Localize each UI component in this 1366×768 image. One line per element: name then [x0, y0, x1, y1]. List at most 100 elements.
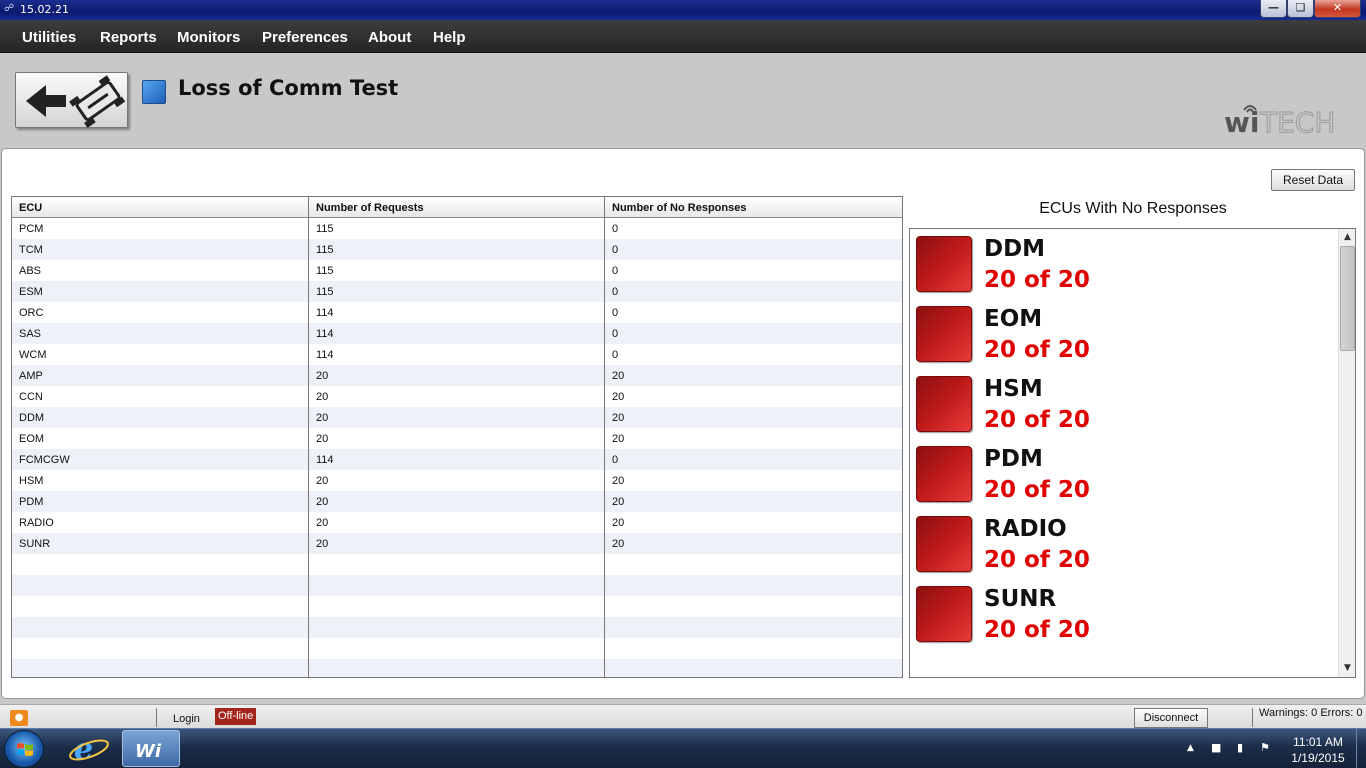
cell-requests: 115: [316, 244, 334, 256]
table-row[interactable]: SUNR 20 20: [12, 533, 902, 554]
page-title: Loss of Comm Test: [178, 76, 399, 100]
cell-requests: 20: [316, 433, 329, 445]
error-status-square: [916, 446, 972, 502]
cell-no-responses: 0: [612, 265, 619, 277]
internet-explorer-icon[interactable]: e: [66, 732, 112, 767]
cell-ecu: TCM: [19, 244, 43, 256]
minimize-button[interactable]: —: [1260, 0, 1287, 18]
show-hidden-icons[interactable]: ▲: [1187, 743, 1194, 753]
no-response-count: 20 of 20: [984, 267, 1090, 293]
table-row[interactable]: TCM 115 0: [12, 239, 902, 260]
status-bar: ● Login Off-line Disconnect Warnings: 0 …: [0, 704, 1366, 728]
table-row[interactable]: PDM 20 20: [12, 491, 902, 512]
cell-requests: 114: [316, 454, 334, 466]
show-desktop-button[interactable]: [1356, 729, 1366, 768]
table-row[interactable]: [12, 638, 902, 659]
table-row[interactable]: AMP 20 20: [12, 365, 902, 386]
warnings-errors-text: Warnings: 0 Errors: 0: [1259, 707, 1363, 719]
scroll-up-icon[interactable]: ▲: [1340, 230, 1355, 245]
flag-warning-icon[interactable]: ⚑: [1260, 741, 1270, 754]
cell-ecu: HSM: [19, 475, 44, 487]
rss-icon[interactable]: ●: [10, 710, 28, 726]
cell-no-responses: 20: [612, 517, 625, 529]
column-header-ecu[interactable]: ECU: [12, 197, 308, 218]
table-row[interactable]: RADIO 20 20: [12, 512, 902, 533]
cell-ecu: WCM: [19, 349, 47, 361]
close-icon: ✕: [1332, 1, 1343, 14]
column-header-requests[interactable]: Number of Requests: [309, 197, 605, 218]
cell-no-responses: 20: [612, 475, 625, 487]
table-row[interactable]: [12, 596, 902, 617]
cell-ecu: RADIO: [19, 517, 54, 529]
login-link[interactable]: Login: [173, 713, 200, 725]
window-title: 15.02.21: [20, 3, 69, 16]
error-status-square: [916, 236, 972, 292]
menu-help[interactable]: Help: [433, 29, 466, 46]
clock-time[interactable]: 11:01 AM: [1284, 735, 1352, 749]
menu-about[interactable]: About: [368, 29, 411, 46]
error-status-square: [916, 306, 972, 362]
cell-ecu: DDM: [19, 412, 45, 424]
cell-no-responses: 0: [612, 307, 619, 319]
witech-taskbar-button[interactable]: Wi: [122, 730, 180, 767]
clock-date[interactable]: 1/19/2015: [1284, 751, 1352, 765]
table-row[interactable]: [12, 575, 902, 596]
wi-taskbar-label: Wi: [135, 741, 162, 762]
table-row[interactable]: WCM 114 0: [12, 344, 902, 365]
cell-requests: 20: [316, 370, 329, 382]
column-divider: [604, 197, 605, 677]
maximize-button[interactable]: ❏: [1287, 0, 1314, 18]
table-row[interactable]: [12, 659, 902, 677]
table-row[interactable]: DDM 20 20: [12, 407, 902, 428]
cell-ecu: SAS: [19, 328, 42, 340]
table-row[interactable]: ORC 114 0: [12, 302, 902, 323]
error-status-square: [916, 586, 972, 642]
cell-no-responses: 0: [612, 286, 619, 298]
battery-icon[interactable]: ▮: [1237, 741, 1243, 754]
no-response-ecu-name: PDM: [984, 446, 1043, 472]
menu-reports[interactable]: Reports: [100, 29, 157, 46]
minimize-icon: —: [1268, 1, 1279, 14]
error-status-square: [916, 516, 972, 572]
table-row[interactable]: [12, 554, 902, 575]
title-status-square: [142, 80, 166, 104]
start-button[interactable]: [4, 730, 44, 768]
cell-requests: 20: [316, 496, 329, 508]
cell-ecu: FCMCGW: [19, 454, 70, 466]
table-row[interactable]: SAS 114 0: [12, 323, 902, 344]
no-response-list: DDM 20 of 20 EOM 20 of 20 HSM 20 of 20 PDM 20 o…: [909, 228, 1356, 678]
no-response-item: DDM 20 of 20: [916, 231, 1336, 301]
no-response-item: PDM 20 of 20: [916, 441, 1336, 511]
menu-bar: Utilities Reports Monitors Preferences A…: [0, 20, 1366, 53]
cell-requests: 20: [316, 412, 329, 424]
scroll-down-icon[interactable]: ▼: [1340, 661, 1355, 676]
menu-preferences[interactable]: Preferences: [262, 29, 348, 46]
close-button[interactable]: ✕: [1314, 0, 1361, 18]
menu-monitors[interactable]: Monitors: [177, 29, 240, 46]
table-row[interactable]: ESM 115 0: [12, 281, 902, 302]
cell-ecu: AMP: [19, 370, 43, 382]
table-row[interactable]: HSM 20 20: [12, 470, 902, 491]
table-row[interactable]: FCMCGW 114 0: [12, 449, 902, 470]
reset-data-button[interactable]: Reset Data: [1271, 169, 1355, 191]
cell-no-responses: 20: [612, 391, 625, 403]
vertical-scrollbar[interactable]: ▲ ▼: [1338, 229, 1355, 677]
cell-ecu: EOM: [19, 433, 45, 445]
table-row[interactable]: [12, 617, 902, 638]
cell-ecu: CCN: [19, 391, 43, 403]
column-header-no-responses[interactable]: Number of No Responses: [605, 197, 902, 218]
menu-utilities[interactable]: Utilities: [22, 29, 76, 46]
table-row[interactable]: CCN 20 20: [12, 386, 902, 407]
disconnect-button[interactable]: Disconnect: [1134, 708, 1208, 728]
scroll-thumb[interactable]: [1340, 246, 1355, 351]
cell-requests: 20: [316, 538, 329, 550]
no-response-count: 20 of 20: [984, 337, 1090, 363]
back-button[interactable]: [15, 72, 128, 128]
network-error-icon[interactable]: ■: [1211, 741, 1221, 754]
cell-ecu: SUNR: [19, 538, 51, 550]
cell-no-responses: 0: [612, 223, 619, 235]
cell-no-responses: 20: [612, 496, 625, 508]
table-row[interactable]: ABS 115 0: [12, 260, 902, 281]
table-row[interactable]: PCM 115 0: [12, 218, 902, 239]
table-row[interactable]: EOM 20 20: [12, 428, 902, 449]
